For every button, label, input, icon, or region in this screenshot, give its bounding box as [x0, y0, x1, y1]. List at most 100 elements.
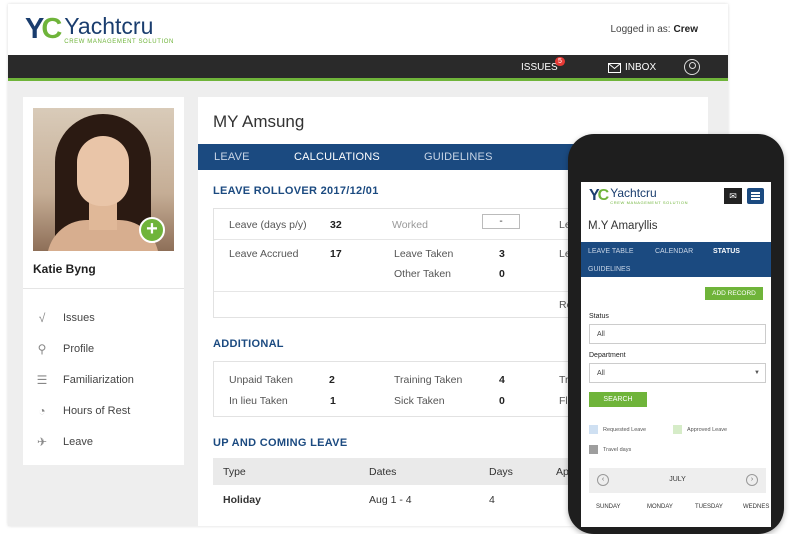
profile-menu-issues[interactable]: √ Issues [33, 302, 134, 333]
tab-leave[interactable]: LEAVE [214, 151, 250, 163]
cut-label: Fl [559, 395, 568, 407]
column-header: Dates [369, 466, 397, 478]
profile-menu-profile[interactable]: ⚲ Profile [33, 333, 134, 364]
phone-screen: YC Yachtcru CREW MANAGEMENT SOLUTION ✉ M… [581, 182, 771, 527]
leave-taken-label: Leave Taken [394, 248, 454, 260]
rollover-heading: LEAVE ROLLOVER 2017/12/01 [213, 185, 379, 197]
leave-type: Holiday [223, 494, 261, 506]
add-record-button[interactable]: ADD RECORD [705, 287, 763, 300]
tab-guidelines[interactable]: GUIDELINES [424, 151, 493, 163]
profile-menu-label: Profile [63, 342, 95, 355]
logo-name: Yachtcru [610, 186, 657, 200]
inlieu-taken-label: In lieu Taken [229, 395, 288, 407]
leave-dates: Aug 1 - 4 [369, 494, 412, 506]
nav-inbox[interactable]: INBOX [608, 62, 656, 73]
status-value: All [597, 331, 605, 338]
person-icon: ⚲ [37, 341, 47, 356]
worked-input[interactable]: - [482, 214, 520, 229]
mobile-tab-status[interactable]: STATUS [713, 248, 740, 255]
calendar-header: JULY ‹ › [589, 468, 766, 493]
profile-menu-leave[interactable]: ✈ Leave [33, 426, 134, 457]
legend-requested-leave: Requested Leave [589, 425, 646, 434]
leave-days-value: 32 [330, 219, 342, 231]
clock-icon: ◔ [38, 403, 46, 418]
training-taken-label: Training Taken [394, 374, 463, 386]
mobile-header: YC Yachtcru CREW MANAGEMENT SOLUTION ✉ [581, 182, 771, 210]
chevron-right-icon[interactable]: › [746, 474, 758, 486]
profile-menu-hours-of-rest[interactable]: ◔ Hours of Rest [33, 395, 134, 426]
phone-device: YC Yachtcru CREW MANAGEMENT SOLUTION ✉ M… [568, 134, 784, 534]
profile-menu-label: Hours of Rest [63, 404, 131, 417]
mobile-tab-guidelines[interactable]: GUIDELINES [588, 266, 630, 273]
inlieu-taken-value: 1 [330, 395, 336, 407]
unpaid-taken-label: Unpaid Taken [229, 374, 294, 386]
leave-days: 4 [489, 494, 495, 506]
column-header: Days [489, 466, 513, 478]
sick-taken-label: Sick Taken [394, 395, 445, 407]
profile-menu-label: Leave [63, 435, 93, 448]
plane-icon: ✈ [36, 434, 48, 449]
list-icon: ☰ [36, 372, 48, 387]
tab-calculations[interactable]: CALCULATIONS [294, 151, 380, 163]
logo-subtitle: CREW MANAGEMENT SOLUTION [64, 39, 174, 45]
chevron-left-icon[interactable]: ‹ [597, 474, 609, 486]
leave-accrued-label: Leave Accrued [229, 248, 299, 260]
upcoming-heading: UP AND COMING LEAVE [213, 437, 348, 449]
issues-count-badge: 5 [555, 57, 565, 66]
status-label: Status [589, 313, 609, 320]
additional-heading: ADDITIONAL [213, 338, 284, 350]
department-label: Department [589, 352, 626, 359]
weekday-label: SUNDAY [596, 504, 621, 510]
logo-name: Yachtcru [64, 13, 154, 39]
logo-mark: YC [25, 13, 62, 45]
chevron-down-icon: ▼ [754, 370, 760, 376]
search-button[interactable]: SEARCH [589, 392, 647, 407]
training-taken-value: 4 [499, 374, 505, 386]
user-circle-icon[interactable] [684, 59, 700, 75]
profile-menu-label: Issues [63, 311, 95, 324]
nav-issues[interactable]: ISSUES [521, 62, 558, 73]
leave-taken-value: 3 [499, 248, 505, 260]
department-select[interactable]: All ▼ [589, 363, 766, 383]
legend-travel-days: Travel days [589, 445, 631, 454]
other-taken-value: 0 [499, 268, 505, 280]
brand-logo[interactable]: YC Yachtcru CREW MANAGEMENT SOLUTION [25, 14, 174, 45]
profile-menu-familiarization[interactable]: ☰ Familiarization [33, 364, 134, 395]
weekday-label: TUESDAY [695, 504, 723, 510]
sick-taken-value: 0 [499, 395, 505, 407]
legend-approved-leave: Approved Leave [673, 425, 727, 434]
divider [23, 288, 184, 289]
mobile-tab-leave-table[interactable]: LEAVE TABLE [588, 248, 634, 255]
logo-subtitle: CREW MANAGEMENT SOLUTION [610, 200, 689, 205]
logo-mark: YC [589, 187, 609, 204]
logged-in-indicator: Logged in as: Crew [610, 24, 698, 35]
mobile-brand-logo[interactable]: YC Yachtcru CREW MANAGEMENT SOLUTION [589, 187, 688, 205]
worked-label: Worked [392, 219, 428, 231]
mobile-tab-calendar[interactable]: CALENDAR [655, 248, 693, 255]
logged-in-prefix: Logged in as: [610, 24, 671, 35]
header: YC Yachtcru CREW MANAGEMENT SOLUTION Log… [8, 4, 728, 55]
weekday-label: WEDNES [743, 504, 770, 510]
legend-label: Approved Leave [687, 426, 728, 433]
calendar-month: JULY [669, 476, 686, 483]
column-header: Ap [556, 466, 569, 478]
vessel-title: MY Amsung [213, 112, 305, 131]
weekday-label: MONDAY [647, 504, 673, 510]
legend-swatch [589, 445, 598, 454]
mail-icon [608, 62, 621, 73]
status-field[interactable]: All [589, 324, 766, 344]
profile-card: + Katie Byng √ Issues ⚲ Profile ☰ Famili… [23, 97, 184, 465]
logged-in-user: Crew [673, 24, 698, 35]
legend-swatch [673, 425, 682, 434]
legend-label: Travel days [603, 446, 632, 453]
other-taken-label: Other Taken [394, 268, 452, 280]
profile-menu: √ Issues ⚲ Profile ☰ Familiarization ◔ H… [33, 302, 134, 457]
profile-name: Katie Byng [33, 262, 96, 276]
mobile-tabs: LEAVE TABLE CALENDAR STATUS GUIDELINES [581, 242, 771, 277]
leave-accrued-value: 17 [330, 248, 342, 260]
add-photo-button[interactable]: + [139, 217, 165, 243]
top-navbar: ISSUES 5 INBOX [8, 55, 728, 81]
mail-icon[interactable]: ✉ [724, 188, 742, 204]
hamburger-menu-icon[interactable] [747, 188, 764, 204]
profile-menu-label: Familiarization [63, 373, 134, 386]
